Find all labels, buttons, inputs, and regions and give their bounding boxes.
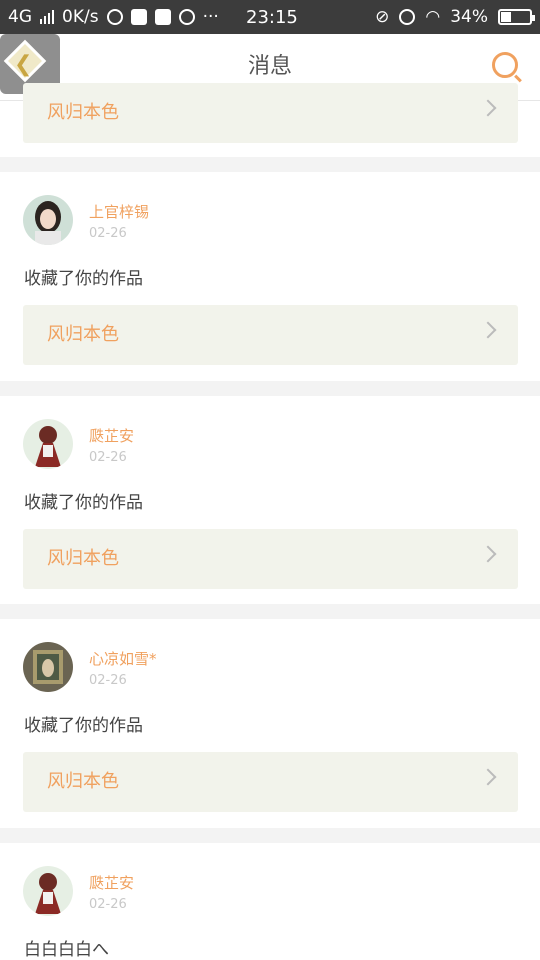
chat-icon	[154, 9, 171, 25]
message-text: 收藏了你的作品	[24, 493, 143, 513]
work-title: 风归本色	[47, 324, 119, 345]
signal-icon	[40, 10, 54, 24]
wifi-icon: ◠	[425, 7, 441, 27]
qq-icon	[178, 9, 195, 25]
user-name[interactable]: 瓞芷安	[89, 425, 134, 446]
chevron-right-icon	[479, 545, 497, 563]
message-card: 风归本色	[0, 83, 540, 157]
message-time: 02-26	[89, 897, 127, 912]
gallery-icon	[130, 9, 147, 25]
message-card: 瓞芷安 02-26 收藏了你的作品 风归本色	[0, 396, 540, 604]
avatar[interactable]	[23, 195, 73, 245]
message-text: 白白白白へ	[24, 940, 109, 960]
more-notifications: ···	[202, 7, 219, 27]
message-text: 收藏了你的作品	[24, 269, 143, 289]
chevron-left-icon: ❮	[14, 52, 33, 77]
search-icon[interactable]	[492, 52, 518, 78]
message-card: 上官梓锡 02-26 收藏了你的作品 风归本色	[0, 172, 540, 381]
avatar[interactable]	[23, 419, 73, 469]
clock: 23:15	[246, 6, 298, 28]
message-time: 02-26	[89, 450, 127, 465]
network-type: 4G	[8, 7, 32, 27]
work-link[interactable]: 风归本色	[23, 305, 518, 365]
work-title: 风归本色	[47, 102, 119, 123]
work-title: 风归本色	[47, 548, 119, 569]
battery-percent: 34%	[450, 7, 488, 27]
chevron-right-icon	[479, 768, 497, 786]
message-time: 02-26	[89, 673, 127, 688]
work-link[interactable]: 风归本色	[23, 529, 518, 589]
work-title: 风归本色	[47, 771, 119, 792]
chevron-right-icon	[479, 99, 497, 117]
status-bar: 4G 0K/s ··· 23:15 ⊘ ◠ 34%	[0, 0, 540, 34]
message-card: 瓞芷安 02-26 白白白白へ	[0, 843, 540, 960]
qq-icon	[106, 9, 123, 25]
battery-icon	[498, 9, 535, 25]
mute-icon: ⊘	[375, 7, 390, 27]
user-name[interactable]: 上官梓锡	[89, 201, 149, 222]
network-speed: 0K/s	[62, 7, 99, 27]
message-card: 心凉如雪* 02-26 收藏了你的作品 风归本色	[0, 619, 540, 828]
avatar[interactable]	[23, 642, 73, 692]
message-text: 收藏了你的作品	[24, 716, 143, 736]
user-name[interactable]: 心凉如雪*	[89, 648, 157, 669]
work-link[interactable]: 风归本色	[23, 752, 518, 812]
alarm-icon	[399, 9, 416, 25]
chevron-right-icon	[479, 321, 497, 339]
user-name[interactable]: 瓞芷安	[89, 872, 134, 893]
avatar[interactable]	[23, 866, 73, 916]
work-link[interactable]: 风归本色	[23, 83, 518, 143]
message-time: 02-26	[89, 226, 127, 241]
